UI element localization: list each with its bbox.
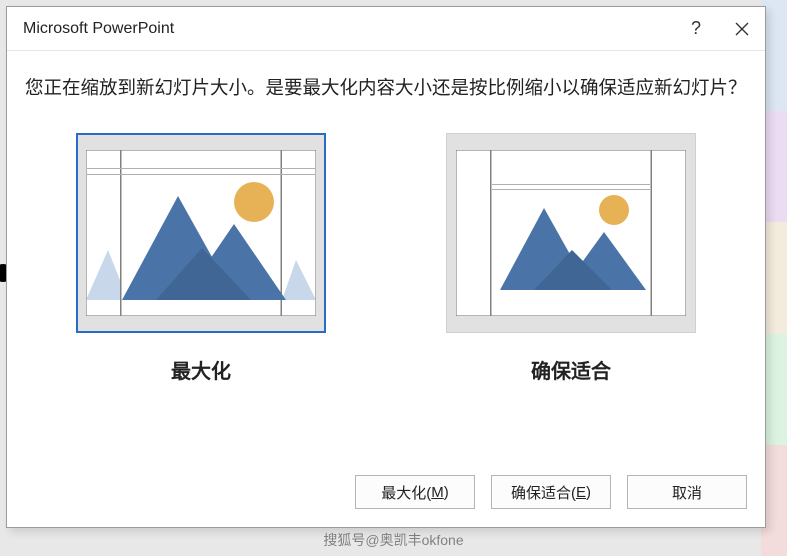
slide-size-dialog: Microsoft PowerPoint ? 您正在缩放到新幻灯片大小。是要最大… (6, 6, 766, 528)
dialog-content: 您正在缩放到新幻灯片大小。是要最大化内容大小还是按比例缩小以确保适应新幻灯片？ (7, 51, 765, 461)
titlebar: Microsoft PowerPoint ? (7, 7, 765, 51)
ensure-fit-button[interactable]: 确保适合(E) (491, 475, 611, 509)
maximize-illustration-icon (86, 150, 316, 316)
close-button[interactable] (719, 7, 765, 51)
dialog-title: Microsoft PowerPoint (7, 20, 673, 38)
option-maximize-label: 最大化 (171, 355, 231, 384)
dialog-buttons: 最大化(M) 确保适合(E) 取消 (7, 461, 765, 527)
maximize-button[interactable]: 最大化(M) (355, 475, 475, 509)
close-icon (735, 22, 749, 36)
help-icon: ? (691, 18, 701, 39)
option-ensure-fit-thumb (446, 133, 696, 333)
option-maximize-thumb (76, 133, 326, 333)
help-button[interactable]: ? (673, 7, 719, 51)
dialog-message: 您正在缩放到新幻灯片大小。是要最大化内容大小还是按比例缩小以确保适应新幻灯片？ (25, 73, 747, 103)
ensure-fit-illustration-icon (456, 150, 686, 316)
option-ensure-fit[interactable]: 确保适合 (446, 133, 696, 451)
option-ensure-fit-label: 确保适合 (531, 355, 611, 384)
cancel-button[interactable]: 取消 (627, 475, 747, 509)
options-row: 最大化 (25, 133, 747, 451)
watermark-text: 搜狐号@奥凯丰okfone (0, 530, 787, 550)
option-maximize[interactable]: 最大化 (76, 133, 326, 451)
